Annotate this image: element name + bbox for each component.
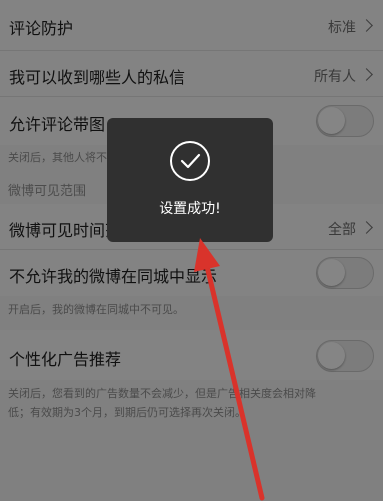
hide-in-city-row: 不允许我的微博在同城中显示 [0, 250, 383, 296]
allow-image-comments-label: 允许评论带图 [9, 115, 106, 134]
allow-image-comments-toggle[interactable] [316, 105, 374, 137]
hide-in-city-label: 不允许我的微博在同城中显示 [9, 267, 218, 286]
private-messages-row[interactable]: 我可以收到哪些人的私信 所有人 [0, 51, 383, 97]
personalized-ads-label: 个性化广告推荐 [9, 350, 122, 369]
private-messages-value: 所有人 [314, 69, 356, 85]
personalized-ads-note-line1: 关闭后，您看到的广告数量不会减少，但是广告相关度会相对降 [8, 387, 316, 400]
success-toast: 设置成功! [107, 118, 273, 242]
personalized-ads-row: 个性化广告推荐 [0, 330, 383, 380]
hide-in-city-toggle[interactable] [316, 257, 374, 289]
comment-protection-label: 评论防护 [9, 19, 74, 38]
private-messages-label: 我可以收到哪些人的私信 [9, 68, 186, 87]
toggle-knob [318, 259, 345, 286]
comment-protection-value: 标准 [328, 20, 356, 36]
chevron-right-icon [360, 68, 373, 81]
personalized-ads-toggle[interactable] [316, 340, 374, 372]
toggle-knob [318, 107, 345, 134]
toggle-knob [318, 342, 345, 369]
comment-protection-row[interactable]: 评论防护 标准 [0, 0, 383, 51]
chevron-right-icon [360, 221, 373, 234]
checkmark-icon [170, 141, 210, 181]
toast-message: 设置成功! [159, 201, 221, 217]
weibo-visible-time-value: 全部 [328, 222, 356, 238]
visibility-section-title: 微博可见范围 [8, 184, 87, 199]
personalized-ads-note-line2: 低；有效期为3个月，到期后仍可选择再次关闭。 [8, 406, 246, 419]
hide-in-city-note: 开启后，我的微博在同城中不可见。 [8, 303, 184, 316]
chevron-right-icon [360, 19, 373, 32]
